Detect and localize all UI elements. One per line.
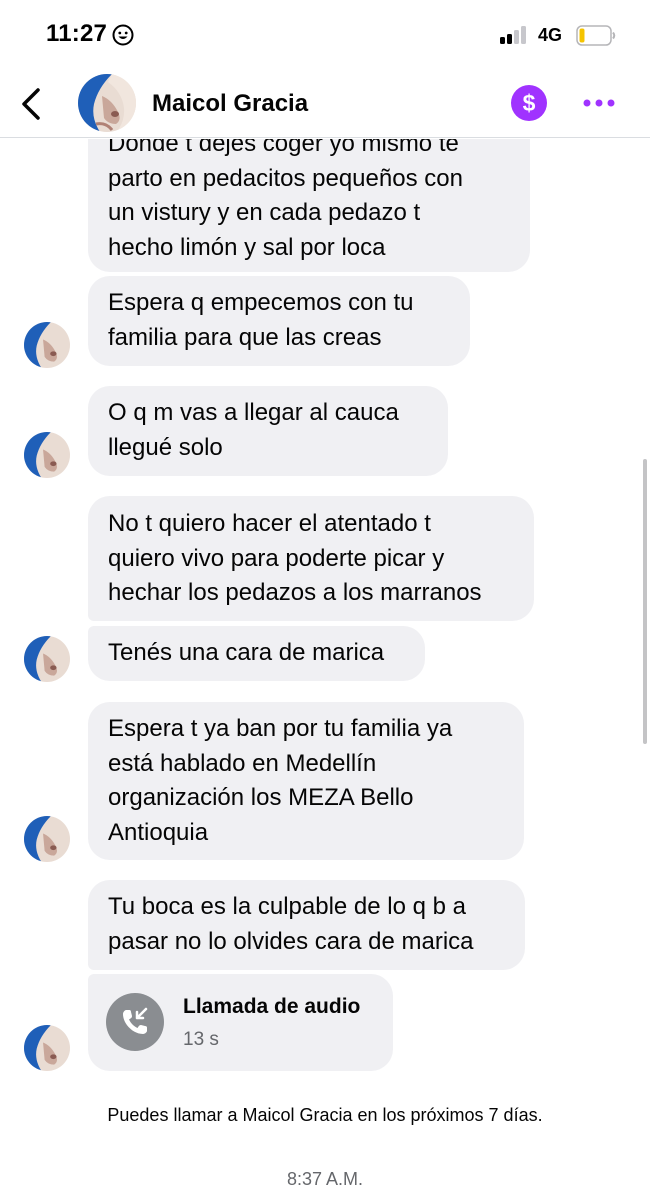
contact-avatar[interactable]: [78, 74, 136, 132]
message-bubble[interactable]: Donde t dejes coger yo mismo te parto en…: [88, 139, 530, 272]
sender-avatar[interactable]: [24, 636, 70, 682]
message-timestamp: 8:37 A.M.: [286, 1169, 364, 1189]
message-bubble[interactable]: Espera t ya ban por tu familia ya está h…: [88, 702, 524, 860]
message-bubble[interactable]: Tu boca es la culpable de lo q b a pasar…: [88, 880, 525, 970]
call-title: Llamada de audio: [183, 995, 361, 1018]
signal-icon: [500, 26, 530, 44]
sender-avatar[interactable]: [24, 816, 70, 862]
message-list[interactable]: Donde t dejes coger yo mismo te parto en…: [0, 139, 650, 1199]
message-bubble[interactable]: Tenés una cara de marica: [88, 626, 425, 681]
call-duration: 13 s: [183, 1029, 219, 1050]
call-availability-notice: Puedes llamar a Maicol Gracia en los pró…: [107, 1105, 543, 1125]
battery-icon: [576, 25, 616, 46]
back-arrow-icon[interactable]: [14, 84, 50, 124]
contact-name[interactable]: Maicol Gracia: [152, 90, 308, 118]
scrollbar[interactable]: [643, 459, 647, 744]
smiley-icon: [112, 24, 134, 46]
conversation-header: Maicol Gracia $: [0, 70, 650, 138]
network-type: 4G: [538, 25, 563, 45]
more-options-icon[interactable]: [582, 94, 616, 112]
message-bubble[interactable]: Espera q empecemos con tu familia para q…: [88, 276, 470, 366]
sender-avatar[interactable]: [24, 432, 70, 478]
audio-call-bubble[interactable]: Llamada de audio 13 s: [88, 974, 393, 1071]
message-bubble[interactable]: O q m vas a llegar al cauca llegué solo: [88, 386, 448, 476]
status-time: 11:27: [46, 20, 108, 47]
svg-text:$: $: [523, 90, 536, 116]
status-bar: 11:27 4G: [0, 0, 650, 70]
missed-call-icon: [106, 993, 164, 1051]
sender-avatar[interactable]: [24, 322, 70, 368]
message-bubble[interactable]: No t quiero hacer el atentado t quiero v…: [88, 496, 534, 621]
sender-avatar[interactable]: [24, 1025, 70, 1071]
payment-dollar-icon[interactable]: $: [510, 84, 548, 122]
